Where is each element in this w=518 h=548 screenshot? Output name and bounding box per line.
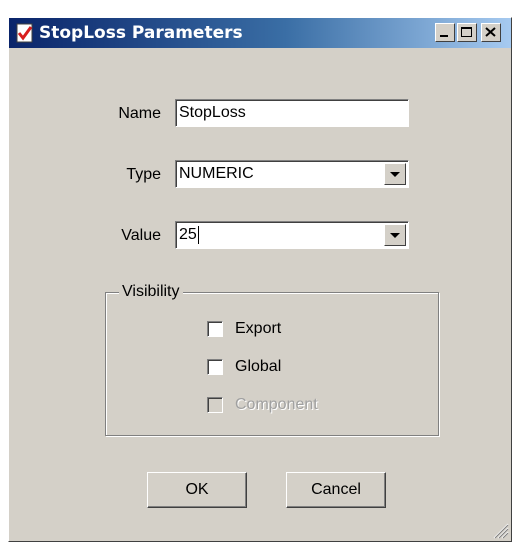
value-label: Value: [121, 227, 161, 244]
chevron-down-icon: [390, 233, 400, 238]
export-label: Export: [235, 320, 282, 337]
global-checkbox[interactable]: [207, 359, 223, 375]
close-button[interactable]: [481, 23, 501, 42]
value-input[interactable]: 25: [179, 225, 199, 245]
component-option: Component: [207, 395, 367, 417]
chevron-down-icon: [390, 172, 400, 177]
visibility-legend: Visibility: [119, 283, 183, 301]
maximize-button[interactable]: [457, 23, 477, 42]
value-text: 25: [179, 226, 197, 243]
minimize-icon: [440, 35, 448, 37]
export-checkbox[interactable]: [207, 321, 223, 337]
value-combobox[interactable]: 25: [175, 221, 409, 249]
global-option[interactable]: Global: [207, 357, 367, 379]
window-title: StopLoss Parameters: [39, 23, 243, 43]
type-selected-value: NUMERIC: [179, 165, 254, 182]
name-label: Name: [118, 105, 161, 122]
component-checkbox: [207, 397, 223, 413]
minimize-button[interactable]: [435, 23, 455, 42]
cancel-button[interactable]: Cancel: [286, 472, 386, 508]
dialog-window: StopLoss Parameters Name Type NUMERIC: [8, 17, 512, 542]
title-bar[interactable]: StopLoss Parameters: [9, 18, 511, 48]
global-label: Global: [235, 358, 282, 375]
value-dropdown-button[interactable]: [384, 224, 406, 246]
text-caret: [197, 225, 199, 244]
close-icon: [485, 27, 496, 37]
name-field[interactable]: [175, 99, 409, 127]
component-label: Component: [235, 396, 318, 413]
document-check-icon: [16, 23, 33, 43]
export-option[interactable]: Export: [207, 319, 367, 341]
type-label: Type: [126, 166, 161, 183]
resize-grip-icon[interactable]: [491, 521, 509, 539]
maximize-icon: [461, 27, 472, 37]
type-select[interactable]: NUMERIC: [175, 160, 409, 188]
name-input[interactable]: [179, 103, 399, 123]
ok-button[interactable]: OK: [147, 472, 247, 508]
type-dropdown-button[interactable]: [384, 163, 406, 185]
